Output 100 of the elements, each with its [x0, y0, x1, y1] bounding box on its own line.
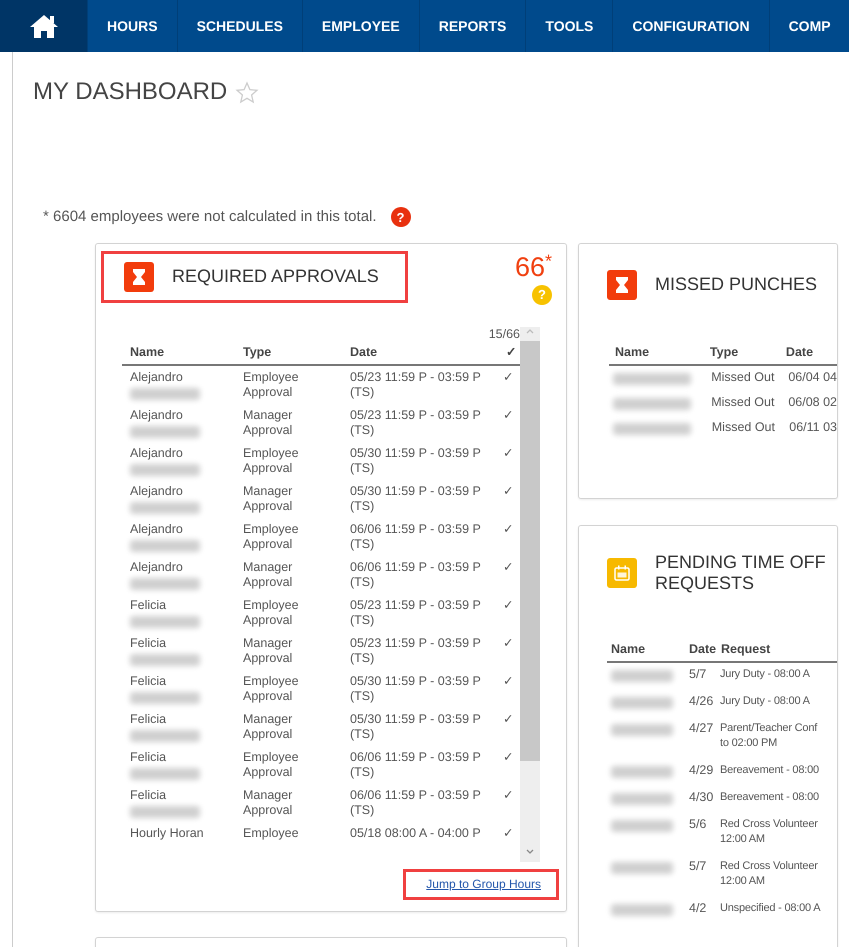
table-cell-text: 4/2: [688, 900, 708, 916]
table-cell-text: Alejandro: [130, 408, 184, 422]
table-cell-text: Alejandro: [130, 446, 184, 460]
panel-title: MISSED PUNCHES: [655, 274, 818, 296]
table-cell-text: Unspecified - 08:00 A: [719, 900, 820, 916]
table-cell-text: 06/06 11:59 P - 03:59 P (TS): [349, 560, 482, 590]
table-cell-text: Bereavement - 08:00: [719, 762, 819, 778]
table-cell-text: Bereavement - 08:00: [719, 790, 819, 805]
table-cell-text: Employee Approval: [242, 370, 300, 400]
table-cell-text: Manager Approval: [242, 712, 294, 742]
table-cell-text: Felicia: [130, 712, 168, 726]
check-mark: ✓: [502, 826, 515, 840]
table-cell-text: Jury Duty - 08:00 A: [719, 666, 810, 682]
table-cell-text: Missed Out: [710, 394, 776, 410]
table-cell-text: 4/29: [688, 762, 714, 778]
table-cell-text: 5/7: [688, 858, 708, 875]
check-mark: ✓: [502, 522, 515, 538]
table-cell-text: 06/04 04: [787, 370, 837, 384]
table-cell-text: 05/30 11:59 P - 03:59 P (TS): [349, 674, 482, 704]
check-mark: ✓: [502, 674, 515, 690]
table-cell-text: Felicia: [130, 750, 168, 764]
table-cell-text: 05/18 08:00 A - 04:00 P: [349, 826, 482, 840]
table-cell-text: Employee Approval: [242, 522, 300, 552]
panel-title: PENDING TIME OFF REQUESTS: [655, 552, 827, 595]
column-header: Name: [614, 344, 650, 360]
check-mark: ✓: [502, 788, 515, 804]
table-cell-text: 06/11 03: [788, 420, 837, 434]
column-header: ✓: [505, 344, 518, 360]
table-cell-text: 05/30 11:59 P - 03:59 P (TS): [349, 712, 482, 742]
table-cell-text: Manager Approval: [242, 636, 294, 666]
table-cell-text: 4/27: [688, 720, 714, 737]
table-cell-text: Red Cross Volunteer 12:00 AM: [719, 858, 818, 889]
panel-title: REQUIRED APPROVALS: [172, 266, 379, 288]
check-mark: ✓: [502, 446, 515, 462]
table-cell-text: Jury Duty - 08:00 A: [719, 694, 810, 709]
table-cell-text: 05/23 11:59 P - 03:59 P (TS): [349, 598, 482, 628]
table-cell-text: Missed Out: [710, 420, 776, 434]
table-cell-text: Employee Approval: [242, 598, 300, 628]
page-title: MY DASHBOARD: [33, 77, 228, 107]
column-header: Date: [349, 344, 378, 360]
table-cell-text: Felicia: [130, 598, 168, 612]
check-mark: ✓: [502, 370, 515, 386]
table-cell-text: Manager Approval: [242, 484, 294, 514]
footnote-text: * 6604 employees were not calculated in this total.: [43, 207, 377, 227]
table-cell-text: Manager Approval: [242, 788, 294, 818]
table-cell-text: 06/08 02: [787, 394, 837, 410]
table-cell-text: Employee Approval: [242, 750, 300, 780]
table-cell-text: Red Cross Volunteer 12:00 AM: [719, 816, 818, 847]
check-mark: ✓: [502, 484, 515, 500]
check-mark: ✓: [502, 750, 515, 766]
nav-tab[interactable]: EMPLOYEE: [302, 0, 420, 52]
column-header: Name: [129, 344, 166, 360]
nav-tab[interactable]: CONFIGURATION: [613, 0, 770, 52]
check-mark: ✓: [502, 712, 515, 728]
nav-tab[interactable]: TOOLS: [526, 0, 614, 52]
table-cell-text: Hourly Horan: [130, 826, 205, 840]
table-cell-text: 05/23 11:59 P - 03:59 P (TS): [349, 370, 482, 400]
group-hours-link[interactable]: Jump to Group Hours: [406, 872, 556, 896]
table-cell-text: 05/30 11:59 P - 03:59 P (TS): [349, 484, 482, 514]
table-cell-text: 4/30: [688, 790, 714, 805]
table-cell-text: Employee: [242, 826, 300, 840]
table-cell-text: 06/06 11:59 P - 03:59 P (TS): [349, 788, 482, 818]
check-mark: ✓: [502, 636, 515, 652]
column-header: Name: [610, 642, 646, 657]
table-cell-text: Manager Approval: [242, 560, 294, 590]
table-cell-text: Employee Approval: [242, 446, 300, 476]
nav-tab[interactable]: COMP: [770, 0, 849, 52]
table-cell-text: 5/6: [688, 816, 708, 833]
column-header: Date: [784, 344, 814, 360]
check-mark: ✓: [502, 408, 515, 424]
table-cell-text: Employee Approval: [242, 674, 300, 704]
table-cell-text: Manager Approval: [242, 408, 294, 438]
nav-tab[interactable]: HOURS: [88, 0, 178, 52]
column-header: Type: [242, 344, 272, 360]
table-cell-text: Felicia: [130, 674, 168, 688]
table-cell-text: 06/06 11:59 P - 03:59 P (TS): [349, 522, 482, 552]
table-cell-text: 06/06 11:59 P - 03:59 P (TS): [349, 750, 482, 780]
table-cell-text: Missed Out: [710, 370, 776, 384]
column-header: Request: [720, 642, 772, 657]
count-text: 66$^{*}$: [514, 254, 552, 280]
nav-tab[interactable]: SCHEDULES: [178, 0, 303, 52]
table-cell-text: Alejandro: [130, 484, 184, 498]
nav-tab[interactable]: REPORTS: [420, 0, 526, 52]
table-cell-text: Felicia: [130, 636, 168, 650]
table-cell-text: 05/30 11:59 P - 03:59 P (TS): [349, 446, 482, 476]
table-cell-text: 05/23 11:59 P - 03:59 P (TS): [349, 636, 482, 666]
table-cell-text: 4/26: [688, 694, 714, 709]
help-icon[interactable]: ?: [390, 207, 411, 228]
check-mark: ✓: [502, 560, 515, 576]
check-mark: ✓: [502, 598, 515, 614]
column-header: Date: [688, 642, 717, 657]
table-cell-text: Alejandro: [130, 522, 184, 536]
table-cell-text: Parent/Teacher Conf to 02:00 PM: [719, 720, 818, 751]
table-cell-text: Felicia: [130, 788, 168, 802]
table-cell-text: Alejandro: [130, 370, 184, 384]
table-cell-text: 05/23 11:59 P - 03:59 P (TS): [349, 408, 482, 438]
column-header: Type: [708, 344, 740, 360]
row-counter: 15/66: [488, 326, 520, 342]
table-cell-text: 5/7: [688, 666, 708, 682]
table-cell-text: Alejandro: [130, 560, 184, 574]
